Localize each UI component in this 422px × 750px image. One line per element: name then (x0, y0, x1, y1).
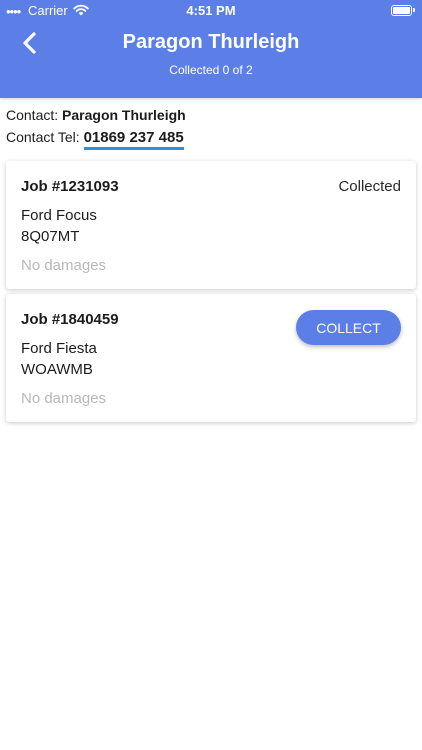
contact-tel-label: Contact Tel: (6, 129, 80, 145)
screen: •••• Carrier 4:51 PM Paragon Thurleigh C… (0, 0, 422, 750)
battery-icon (391, 5, 415, 16)
status-bar: •••• Carrier 4:51 PM (0, 0, 422, 22)
collection-progress: Collected 0 of 2 (169, 63, 253, 77)
contact-tel-row: Contact Tel: 01869 237 485 (6, 129, 184, 150)
vehicle-registration: WOAWMB (21, 361, 93, 378)
clock: 4:51 PM (186, 3, 236, 18)
collect-button[interactable]: COLLECT (296, 310, 401, 345)
job-card[interactable]: Job #1231093 Collected Ford Focus 8Q07MT… (6, 161, 416, 289)
back-button[interactable] (14, 28, 44, 58)
job-number: Job #1840459 (21, 311, 119, 328)
job-card[interactable]: Job #1840459 COLLECT Ford Fiesta WOAWMB … (6, 294, 416, 422)
damages-note: No damages (21, 390, 107, 407)
job-number: Job #1231093 (21, 178, 119, 195)
contact-name-label: Contact: (6, 107, 59, 123)
chevron-left-icon (23, 32, 36, 54)
damages-note: No damages (21, 257, 107, 274)
header-bar: •••• Carrier 4:51 PM Paragon Thurleigh C… (0, 0, 422, 98)
contact-name: Paragon Thurleigh (62, 107, 186, 123)
page-title: Paragon Thurleigh (122, 31, 300, 53)
job-status: Collected (338, 178, 401, 195)
vehicle-registration: 8Q07MT (21, 228, 80, 245)
vehicle-model: Ford Fiesta (21, 340, 97, 357)
vehicle-model: Ford Focus (21, 207, 97, 224)
contact-name-row: Contact: Paragon Thurleigh (6, 107, 186, 123)
contact-tel-link[interactable]: 01869 237 485 (83, 129, 184, 150)
